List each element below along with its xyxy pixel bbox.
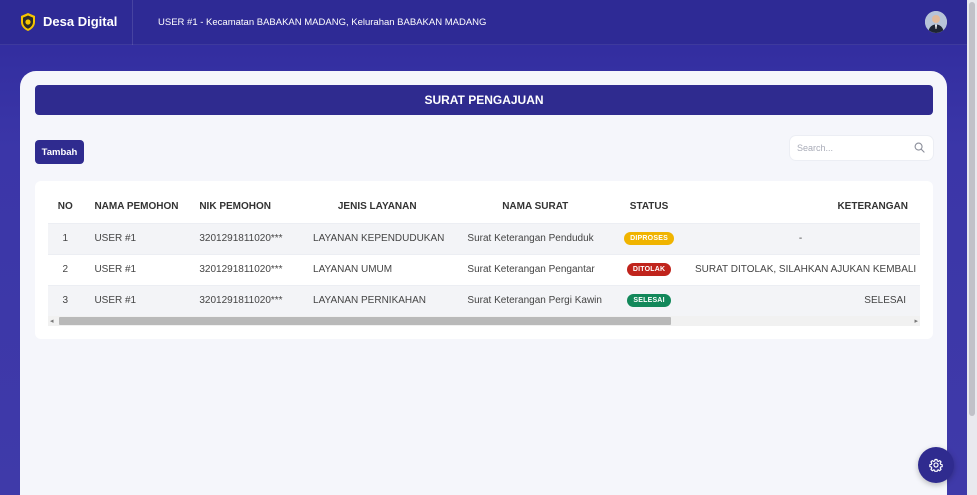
col-header-nama-pemohon[interactable]: NAMA PEMOHON <box>82 191 189 223</box>
scroll-right-arrow-icon[interactable]: ▸ <box>914 317 918 325</box>
cell-jenis: LAYANAN KEPENDUDUKAN <box>301 222 454 254</box>
settings-fab-button[interactable] <box>918 447 954 483</box>
cell-nama: USER #1 <box>82 222 190 254</box>
top-navbar: Desa Digital USER #1 - Kecamatan BABAKAN… <box>0 0 977 45</box>
cell-jenis: LAYANAN UMUM <box>301 253 454 285</box>
table-container[interactable]: NO NAMA PEMOHON NIK PEMOHON JENIS LAYANA… <box>48 191 920 327</box>
page-title: SURAT PENGAJUAN <box>35 85 933 115</box>
status-badge: DITOLAK <box>626 263 672 276</box>
cell-keterangan: SURAT DITOLAK, SILAHKAN AJUKAN KEMBALI <box>681 253 920 285</box>
cell-status: SELESAI <box>617 284 682 316</box>
cell-nama: USER #1 <box>82 253 190 285</box>
col-header-nik-pemohon[interactable]: NIK PEMOHON <box>189 191 301 223</box>
table-header-row: NO NAMA PEMOHON NIK PEMOHON JENIS LAYANA… <box>48 191 920 223</box>
brand[interactable]: Desa Digital <box>0 0 133 45</box>
search-input[interactable] <box>797 141 907 155</box>
scroll-left-arrow-icon[interactable]: ◂ <box>50 317 54 325</box>
cell-no: 2 <box>48 253 83 285</box>
table-row[interactable]: 2 USER #1 3201291811020*** LAYANAN UMUM … <box>48 253 920 285</box>
cell-keterangan: - <box>681 222 920 254</box>
cell-nik: 3201291811020*** <box>189 253 302 285</box>
cell-jenis: LAYANAN PERNIKAHAN <box>301 284 454 316</box>
add-button[interactable]: Tambah <box>35 140 84 164</box>
cell-status: DITOLAK <box>617 253 682 285</box>
avatar[interactable] <box>925 11 947 33</box>
cell-surat: Surat Keterangan Pergi Kawin <box>453 284 618 316</box>
col-header-keterangan[interactable]: KETERANGAN <box>681 191 920 223</box>
col-header-no[interactable]: NO <box>48 191 82 223</box>
cell-nik: 3201291811020*** <box>189 284 302 316</box>
table-horizontal-scrollbar[interactable]: ◂ ▸ <box>48 316 920 326</box>
table-row[interactable]: 3 USER #1 3201291811020*** LAYANAN PERNI… <box>48 284 920 316</box>
user-info: USER #1 - Kecamatan BABAKAN MADANG, Kelu… <box>158 17 487 28</box>
horizontal-scrollbar-thumb[interactable] <box>59 317 671 325</box>
app-title: Desa Digital <box>43 14 118 29</box>
status-badge: SELESAI <box>627 294 671 308</box>
main-card: SURAT PENGAJUAN Tambah NO NAMA PEMOHON N… <box>20 71 947 495</box>
status-badge: DIPROSES <box>624 232 674 245</box>
requests-table: NO NAMA PEMOHON NIK PEMOHON JENIS LAYANA… <box>48 191 920 316</box>
col-header-nama-surat[interactable]: NAMA SURAT <box>453 191 617 223</box>
cell-surat: Surat Keterangan Penduduk <box>453 222 618 254</box>
col-header-jenis-layanan[interactable]: JENIS LAYANAN <box>301 191 453 223</box>
avatar-icon <box>925 11 947 33</box>
gear-icon <box>929 458 943 472</box>
cell-status: DIPROSES <box>617 222 682 254</box>
table-card: NO NAMA PEMOHON NIK PEMOHON JENIS LAYANA… <box>35 181 933 339</box>
cell-no: 1 <box>48 222 83 254</box>
search-icon[interactable] <box>914 142 925 153</box>
table-row[interactable]: 1 USER #1 3201291811020*** LAYANAN KEPEN… <box>48 222 920 254</box>
cell-nama: USER #1 <box>82 284 190 316</box>
cell-no: 3 <box>48 284 83 316</box>
page-scrollbar[interactable] <box>967 0 977 495</box>
cell-keterangan: SELESAI <box>681 284 920 316</box>
page-scrollbar-thumb[interactable] <box>969 2 975 416</box>
cell-nik: 3201291811020*** <box>189 222 302 254</box>
cell-surat: Surat Keterangan Pengantar <box>453 253 618 285</box>
search-box[interactable] <box>790 136 933 160</box>
shield-logo-icon <box>21 13 35 31</box>
col-header-status[interactable]: STATUS <box>617 191 681 223</box>
